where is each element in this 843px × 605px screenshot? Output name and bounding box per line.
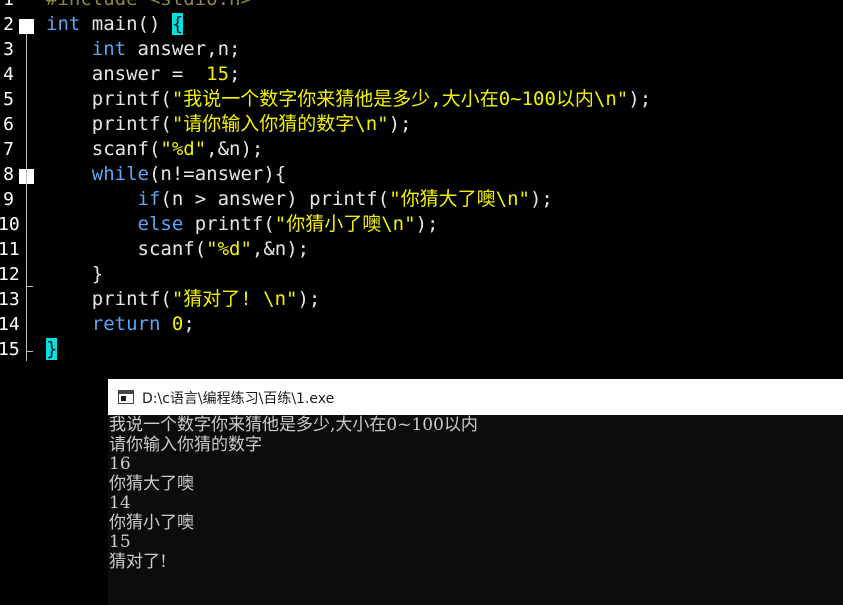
console-line: 你猜小了噢 (109, 512, 194, 533)
code-text[interactable]: else printf("你猜小了噢\n"); (46, 212, 439, 237)
code-token: 0 (171, 313, 184, 335)
console-app-icon (118, 390, 134, 404)
code-token: answer,n; (126, 38, 241, 60)
string-token: "我说一个数字你来猜他是多少,大小在0~100以内\n" (171, 88, 629, 110)
code-token: printf( (46, 288, 172, 310)
code-token: scanf( (46, 238, 207, 260)
fold-toggle-main[interactable] (19, 19, 34, 34)
line-number: 10 (0, 214, 20, 235)
matched-brace: } (46, 338, 58, 360)
keyword-token: else (137, 213, 184, 235)
line-number: 9 (3, 189, 14, 210)
fold-end-main (26, 351, 33, 352)
code-token: scanf( (46, 138, 161, 160)
code-text[interactable]: answer = 15; (46, 62, 241, 87)
string-token: "你猜大了噢\n" (389, 188, 530, 210)
code-text[interactable]: return 0; (46, 312, 195, 337)
code-token: printf( (46, 113, 172, 135)
console-line: 你猜大了噢 (109, 473, 194, 494)
line-number: 12 (0, 264, 20, 285)
code-token: (n > answer) printf( (160, 188, 390, 210)
code-token: ); (415, 213, 439, 235)
line-number: 5 (3, 89, 14, 110)
console-window[interactable]: D:\c语言\编程练习\百练\1.exe 我说一个数字你来猜他是多少,大小在0~… (108, 379, 843, 605)
code-text[interactable]: } (46, 337, 58, 362)
code-text[interactable]: #include <stdio.h> (46, 0, 252, 12)
console-line: 15 (109, 532, 131, 552)
string-token: "%d" (206, 238, 252, 260)
code-token: 15 (206, 63, 230, 85)
console-line: 14 (109, 493, 131, 513)
code-token: printf( (183, 213, 275, 235)
console-output: 我说一个数字你来猜他是多少,大小在0~100以内 请你输入你猜的数字 16 你猜… (109, 415, 478, 572)
code-token: main() (80, 13, 172, 35)
line-number: 2 (3, 14, 14, 35)
code-text[interactable]: scanf("%d",&n); (46, 237, 310, 262)
code-text[interactable]: while(n!=answer){ (46, 162, 286, 187)
line-number: 15 (0, 339, 20, 360)
line-number: 4 (3, 64, 14, 85)
string-token: "你猜小了噢\n" (274, 213, 416, 235)
code-text[interactable]: if(n > answer) printf("你猜大了噢\n"); (46, 187, 553, 212)
code-token: ; (183, 313, 195, 335)
console-line: 请你输入你猜的数字 (109, 434, 262, 455)
line-number: 8 (3, 164, 14, 185)
code-token: (n!=answer){ (148, 163, 287, 185)
line-number: 13 (0, 289, 20, 310)
code-text[interactable]: scanf("%d",&n); (46, 137, 264, 162)
code-token: answer = (46, 63, 207, 85)
line-number: 11 (0, 239, 20, 260)
matched-brace: { (171, 13, 184, 35)
fold-guide-main (26, 34, 27, 361)
line-number: 14 (0, 314, 20, 335)
fold-end-while (26, 286, 33, 287)
keyword-token: while (91, 163, 149, 185)
string-token: "请你输入你猜的数字\n" (171, 113, 389, 135)
code-token: ); (297, 288, 321, 310)
code-token: } (46, 263, 104, 285)
code-text[interactable]: printf("请你输入你猜的数字\n"); (46, 112, 412, 137)
code-text[interactable]: printf("猜对了! \n"); (46, 287, 321, 312)
string-token: "猜对了! \n" (171, 288, 298, 310)
code-token: ); (388, 113, 412, 135)
keyword-token: int (46, 13, 81, 35)
line-number: 6 (3, 114, 14, 135)
code-text[interactable]: } (46, 262, 103, 287)
console-titlebar[interactable]: D:\c语言\编程练习\百练\1.exe (108, 379, 843, 415)
line-number: 1 (0, 0, 14, 12)
keyword-token: return (91, 313, 161, 335)
console-line: 猜对了! (109, 551, 167, 572)
code-token: ); (529, 188, 553, 210)
code-text[interactable]: int main() { (46, 12, 184, 37)
code-token: #include <stdio.h> (46, 0, 252, 10)
keyword-token: if (137, 188, 161, 210)
code-token: ,&n); (206, 138, 264, 160)
code-token: ); (628, 88, 652, 110)
console-line: 16 (109, 454, 131, 474)
code-text[interactable]: int answer,n; (46, 37, 241, 62)
keyword-token: int (91, 38, 127, 60)
line-number: 3 (3, 39, 14, 60)
code-text[interactable]: printf("我说一个数字你来猜他是多少,大小在0~100以内\n"); (46, 87, 651, 112)
string-token: "%d" (160, 138, 207, 160)
line-number: 7 (3, 139, 14, 160)
code-token: ,&n); (251, 238, 310, 260)
code-token: printf( (46, 88, 172, 110)
code-token: ; (229, 63, 241, 85)
console-line: 我说一个数字你来猜他是多少,大小在0~100以内 (109, 415, 478, 435)
console-title: D:\c语言\编程练习\百练\1.exe (142, 391, 335, 407)
